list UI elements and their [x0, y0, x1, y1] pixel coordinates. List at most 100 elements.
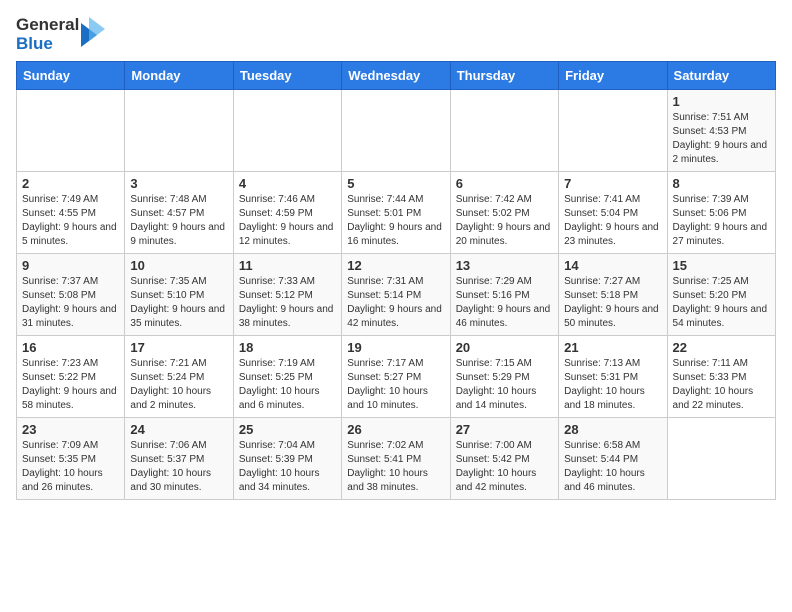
day-number: 13: [456, 258, 553, 273]
day-info: Sunrise: 7:19 AM Sunset: 5:25 PM Dayligh…: [239, 357, 336, 413]
calendar-cell: 16 Sunrise: 7:23 AM Sunset: 5:22 PM Dayli…: [17, 336, 125, 418]
calendar-cell: [667, 418, 775, 500]
day-number: 17: [130, 340, 227, 355]
day-number: 25: [239, 422, 336, 437]
day-number: 19: [347, 340, 444, 355]
weekday-header-saturday: Saturday: [667, 62, 775, 90]
calendar-cell: 12 Sunrise: 7:31 AM Sunset: 5:14 PM Dayli…: [342, 254, 450, 336]
calendar-cell: 9 Sunrise: 7:37 AM Sunset: 5:08 PM Daylig…: [17, 254, 125, 336]
day-info: Sunrise: 7:02 AM Sunset: 5:41 PM Dayligh…: [347, 439, 444, 495]
day-info: Sunrise: 7:51 AM Sunset: 4:53 PM Dayligh…: [673, 111, 770, 167]
calendar-cell: 19 Sunrise: 7:17 AM Sunset: 5:27 PM Dayli…: [342, 336, 450, 418]
week-row-4: 16 Sunrise: 7:23 AM Sunset: 5:22 PM Dayli…: [17, 336, 776, 418]
calendar-cell: 27 Sunrise: 7:00 AM Sunset: 5:42 PM Dayli…: [450, 418, 558, 500]
day-number: 5: [347, 176, 444, 191]
logo-general: General: [16, 16, 79, 35]
calendar-cell: 3 Sunrise: 7:48 AM Sunset: 4:57 PM Daylig…: [125, 172, 233, 254]
day-number: 18: [239, 340, 336, 355]
day-number: 3: [130, 176, 227, 191]
week-row-5: 23 Sunrise: 7:09 AM Sunset: 5:35 PM Dayli…: [17, 418, 776, 500]
day-number: 9: [22, 258, 119, 273]
calendar-cell: 8Sunrise: 7:39 AM Sunset: 5:06 PM Daylig…: [667, 172, 775, 254]
day-info: Sunrise: 7:39 AM Sunset: 5:06 PM Dayligh…: [673, 193, 770, 249]
weekday-header-wednesday: Wednesday: [342, 62, 450, 90]
calendar-cell: 6 Sunrise: 7:42 AM Sunset: 5:02 PM Daylig…: [450, 172, 558, 254]
day-info: Sunrise: 7:25 AM Sunset: 5:20 PM Dayligh…: [673, 275, 770, 331]
day-number: 7: [564, 176, 661, 191]
calendar-cell: 1 Sunrise: 7:51 AM Sunset: 4:53 PM Daylig…: [667, 90, 775, 172]
calendar-cell: 21Sunrise: 7:13 AM Sunset: 5:31 PM Dayli…: [559, 336, 667, 418]
day-number: 14: [564, 258, 661, 273]
calendar-cell: [450, 90, 558, 172]
day-info: Sunrise: 7:23 AM Sunset: 5:22 PM Dayligh…: [22, 357, 119, 413]
day-number: 15: [673, 258, 770, 273]
day-info: Sunrise: 7:33 AM Sunset: 5:12 PM Dayligh…: [239, 275, 336, 331]
calendar-cell: 5 Sunrise: 7:44 AM Sunset: 5:01 PM Daylig…: [342, 172, 450, 254]
day-number: 23: [22, 422, 119, 437]
day-number: 4: [239, 176, 336, 191]
day-info: Sunrise: 7:04 AM Sunset: 5:39 PM Dayligh…: [239, 439, 336, 495]
day-info: Sunrise: 7:49 AM Sunset: 4:55 PM Dayligh…: [22, 193, 119, 249]
weekday-header-thursday: Thursday: [450, 62, 558, 90]
calendar-cell: [233, 90, 341, 172]
day-info: Sunrise: 7:37 AM Sunset: 5:08 PM Dayligh…: [22, 275, 119, 331]
calendar-cell: 24Sunrise: 7:06 AM Sunset: 5:37 PM Dayli…: [125, 418, 233, 500]
calendar-cell: 25 Sunrise: 7:04 AM Sunset: 5:39 PM Dayli…: [233, 418, 341, 500]
day-info: Sunrise: 7:42 AM Sunset: 5:02 PM Dayligh…: [456, 193, 553, 249]
calendar-cell: 4 Sunrise: 7:46 AM Sunset: 4:59 PM Daylig…: [233, 172, 341, 254]
calendar-cell: 7Sunrise: 7:41 AM Sunset: 5:04 PM Daylig…: [559, 172, 667, 254]
calendar-cell: 10 Sunrise: 7:35 AM Sunset: 5:10 PM Dayli…: [125, 254, 233, 336]
logo-blue: Blue: [16, 35, 79, 54]
weekday-header-sunday: Sunday: [17, 62, 125, 90]
calendar-cell: 20Sunrise: 7:15 AM Sunset: 5:29 PM Dayli…: [450, 336, 558, 418]
day-number: 11: [239, 258, 336, 273]
day-info: Sunrise: 7:00 AM Sunset: 5:42 PM Dayligh…: [456, 439, 553, 495]
calendar-cell: 15 Sunrise: 7:25 AM Sunset: 5:20 PM Dayli…: [667, 254, 775, 336]
logo-chevron-icon: [81, 17, 109, 53]
day-number: 21: [564, 340, 661, 355]
day-info: Sunrise: 7:31 AM Sunset: 5:14 PM Dayligh…: [347, 275, 444, 331]
day-info: Sunrise: 7:35 AM Sunset: 5:10 PM Dayligh…: [130, 275, 227, 331]
week-row-3: 9 Sunrise: 7:37 AM Sunset: 5:08 PM Daylig…: [17, 254, 776, 336]
day-number: 26: [347, 422, 444, 437]
calendar-cell: [559, 90, 667, 172]
calendar-cell: 22 Sunrise: 7:11 AM Sunset: 5:33 PM Dayli…: [667, 336, 775, 418]
calendar-cell: [342, 90, 450, 172]
day-info: Sunrise: 7:11 AM Sunset: 5:33 PM Dayligh…: [673, 357, 770, 413]
day-info: Sunrise: 7:17 AM Sunset: 5:27 PM Dayligh…: [347, 357, 444, 413]
day-info: Sunrise: 7:48 AM Sunset: 4:57 PM Dayligh…: [130, 193, 227, 249]
calendar-cell: 13 Sunrise: 7:29 AM Sunset: 5:16 PM Dayli…: [450, 254, 558, 336]
day-number: 22: [673, 340, 770, 355]
day-info: Sunrise: 7:27 AM Sunset: 5:18 PM Dayligh…: [564, 275, 661, 331]
calendar-cell: 14 Sunrise: 7:27 AM Sunset: 5:18 PM Dayli…: [559, 254, 667, 336]
weekday-header-monday: Monday: [125, 62, 233, 90]
day-info: Sunrise: 7:29 AM Sunset: 5:16 PM Dayligh…: [456, 275, 553, 331]
calendar-cell: 11 Sunrise: 7:33 AM Sunset: 5:12 PM Dayli…: [233, 254, 341, 336]
day-number: 10: [130, 258, 227, 273]
day-number: 1: [673, 94, 770, 109]
day-number: 28: [564, 422, 661, 437]
day-info: Sunrise: 7:46 AM Sunset: 4:59 PM Dayligh…: [239, 193, 336, 249]
day-info: Sunrise: 6:58 AM Sunset: 5:44 PM Dayligh…: [564, 439, 661, 495]
page-header: General Blue: [16, 16, 776, 53]
logo-wordmark: General Blue: [16, 16, 109, 53]
day-info: Sunrise: 7:09 AM Sunset: 5:35 PM Dayligh…: [22, 439, 119, 495]
weekday-header-row: SundayMondayTuesdayWednesdayThursdayFrid…: [17, 62, 776, 90]
week-row-2: 2Sunrise: 7:49 AM Sunset: 4:55 PM Daylig…: [17, 172, 776, 254]
day-number: 12: [347, 258, 444, 273]
calendar-cell: 26 Sunrise: 7:02 AM Sunset: 5:41 PM Dayli…: [342, 418, 450, 500]
week-row-1: 1 Sunrise: 7:51 AM Sunset: 4:53 PM Daylig…: [17, 90, 776, 172]
calendar-cell: [17, 90, 125, 172]
day-number: 16: [22, 340, 119, 355]
day-number: 27: [456, 422, 553, 437]
calendar-cell: 17Sunrise: 7:21 AM Sunset: 5:24 PM Dayli…: [125, 336, 233, 418]
calendar-cell: 18 Sunrise: 7:19 AM Sunset: 5:25 PM Dayli…: [233, 336, 341, 418]
weekday-header-tuesday: Tuesday: [233, 62, 341, 90]
day-info: Sunrise: 7:44 AM Sunset: 5:01 PM Dayligh…: [347, 193, 444, 249]
day-number: 6: [456, 176, 553, 191]
day-info: Sunrise: 7:06 AM Sunset: 5:37 PM Dayligh…: [130, 439, 227, 495]
calendar-cell: 23 Sunrise: 7:09 AM Sunset: 5:35 PM Dayli…: [17, 418, 125, 500]
calendar-cell: [125, 90, 233, 172]
calendar-cell: 2Sunrise: 7:49 AM Sunset: 4:55 PM Daylig…: [17, 172, 125, 254]
logo: General Blue: [16, 16, 109, 53]
